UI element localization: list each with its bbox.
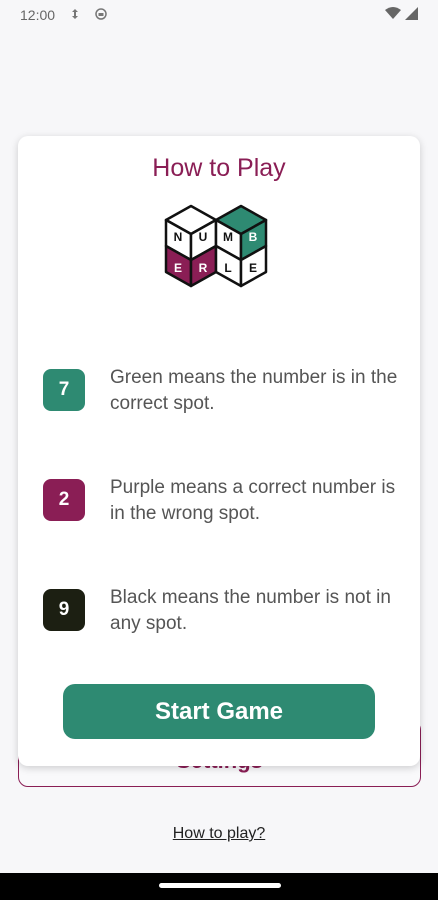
logo-letter: U xyxy=(199,230,208,244)
logo-letter: B xyxy=(249,230,258,244)
face-status-icon xyxy=(95,7,107,23)
status-time: 12:00 xyxy=(20,7,56,23)
numberle-logo: N U M B E R L E xyxy=(164,204,268,288)
rule-black-text: Black means the number is not in any spo… xyxy=(110,587,391,634)
navigation-bar xyxy=(0,873,438,900)
green-tile: 7 xyxy=(43,369,85,411)
rule-purple: 2 Purple means a correct number is in th… xyxy=(43,477,413,539)
rule-purple-text: Purple means a correct number is in the … xyxy=(110,477,396,524)
rule-green-text: Green means the number is in the correct… xyxy=(110,367,398,414)
status-bar: 12:00 xyxy=(0,0,438,30)
rule-green: 7 Green means the number is in the corre… xyxy=(43,367,413,429)
data-sync-icon xyxy=(69,7,81,23)
logo-letter: E xyxy=(249,261,257,275)
wifi-icon xyxy=(385,7,401,23)
home-gesture-handle[interactable] xyxy=(159,883,281,888)
logo-letter: R xyxy=(199,261,208,275)
black-tile: 9 xyxy=(43,589,85,631)
purple-tile: 2 xyxy=(43,479,85,521)
how-to-play-link[interactable]: How to play? xyxy=(0,825,438,843)
dialog-title: How to Play xyxy=(152,154,286,182)
start-game-button[interactable]: Start Game xyxy=(63,684,375,739)
how-to-play-dialog: How to Play N U M B E R L E 7 Green mean… xyxy=(18,136,420,766)
logo-letter: N xyxy=(174,230,183,244)
rule-black: 9 Black means the number is not in any s… xyxy=(43,587,413,649)
logo-letter: M xyxy=(223,230,233,244)
logo-letter: E xyxy=(174,261,182,275)
logo-letter: L xyxy=(224,261,231,275)
signal-icon xyxy=(405,7,418,23)
